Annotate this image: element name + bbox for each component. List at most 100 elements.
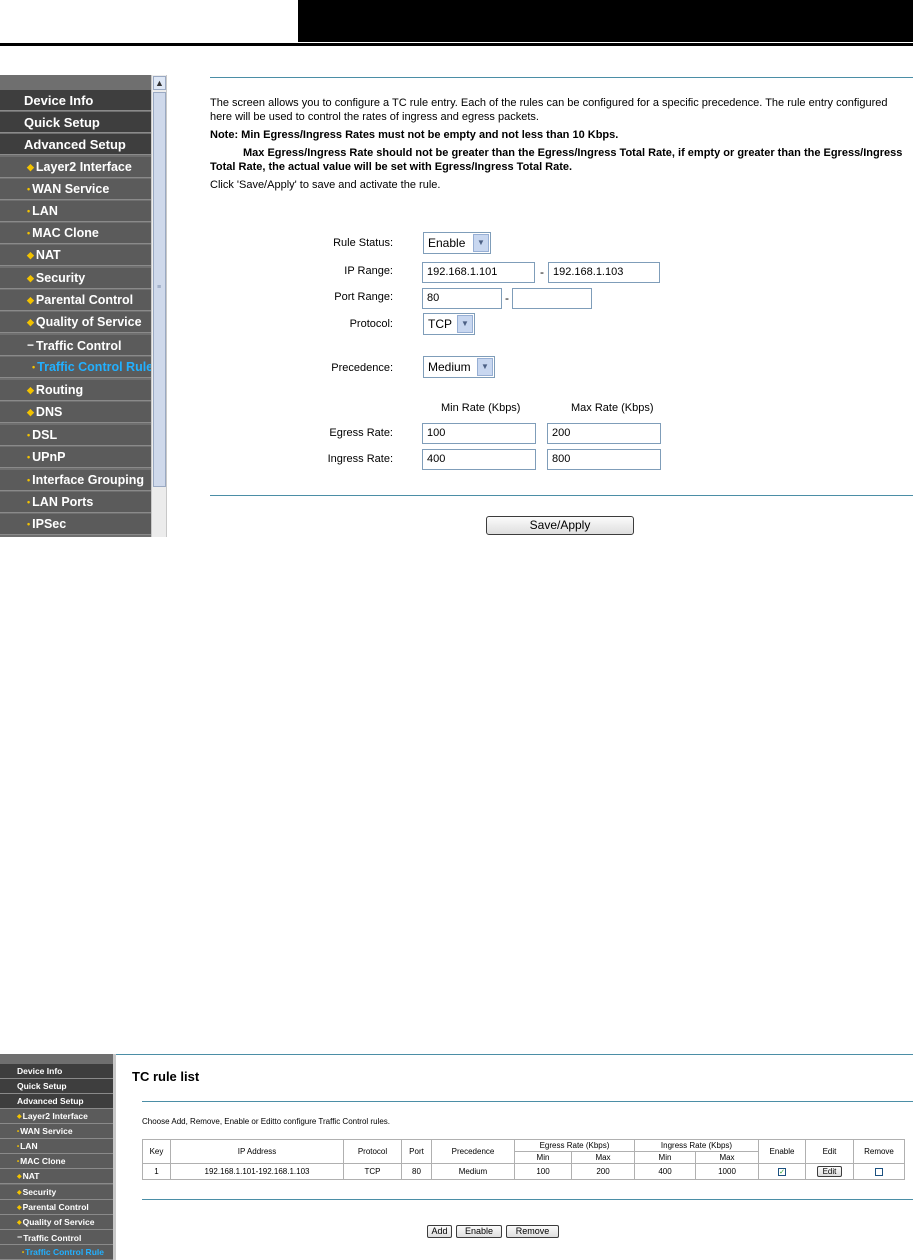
sidebar-item-security[interactable]: ◆Security bbox=[0, 268, 151, 289]
sidebar-item-traffic-control-rule[interactable]: •Traffic Control Rule bbox=[0, 357, 151, 378]
cell-key: 1 bbox=[142, 1163, 171, 1180]
bullet-icon: ◆ bbox=[17, 1190, 22, 1196]
bullet-icon: ◆ bbox=[27, 250, 34, 260]
protocol-select[interactable]: TCP ▼ bbox=[423, 313, 475, 335]
sidebar-item-quick-setup[interactable]: Quick Setup bbox=[0, 1079, 113, 1094]
ip-start-input[interactable]: 192.168.1.101 bbox=[422, 262, 535, 283]
cell-port: 80 bbox=[401, 1163, 432, 1180]
screenshot-tc-rule-list: Device Info Quick Setup Advanced Setup ◆… bbox=[0, 1054, 913, 1260]
sidebar-item-nat[interactable]: ◆NAT bbox=[0, 1169, 113, 1184]
sidebar-item-advanced-setup[interactable]: Advanced Setup bbox=[0, 134, 151, 155]
sidebar-item-upnp[interactable]: • UPnP bbox=[0, 447, 151, 468]
header-egress-rate: Egress Rate (Kbps) bbox=[514, 1139, 635, 1152]
egress-min-input[interactable]: 100 bbox=[422, 423, 536, 444]
sidebar-scrollbar[interactable]: ▲ ≡ bbox=[151, 75, 167, 537]
minus-icon: − bbox=[17, 1232, 23, 1242]
title-divider bbox=[142, 1101, 913, 1102]
cell-precedence: Medium bbox=[431, 1163, 515, 1180]
cell-protocol: TCP bbox=[343, 1163, 402, 1180]
sidebar-item-security[interactable]: ◆Security bbox=[0, 1185, 113, 1200]
sidebar-item-lan-ports[interactable]: • LAN Ports bbox=[0, 492, 151, 513]
main-panel: The screen allows you to configure a TC … bbox=[168, 75, 913, 537]
scroll-up-icon[interactable]: ▲ bbox=[153, 76, 166, 90]
sidebar-item-dsl[interactable]: • DSL bbox=[0, 425, 151, 446]
bottom-divider bbox=[210, 495, 913, 496]
bullet-icon: • bbox=[27, 475, 31, 485]
header-remove: Remove bbox=[853, 1139, 905, 1164]
bullet-icon: • bbox=[27, 430, 31, 440]
cell-egress-max: 200 bbox=[571, 1163, 635, 1180]
tc-rule-table: Key IP Address Protocol Port Precedence … bbox=[142, 1139, 905, 1180]
enable-checkbox[interactable]: ✓ bbox=[778, 1167, 786, 1176]
bullet-icon: • bbox=[17, 1129, 20, 1135]
sidebar-item-wan-service[interactable]: •WAN Service bbox=[0, 1124, 113, 1139]
sidebar-item-dns[interactable]: ◆ DNS bbox=[0, 402, 151, 423]
ingress-min-input[interactable]: 400 bbox=[422, 449, 536, 470]
sidebar-item-parental-control[interactable]: ◆Parental Control bbox=[0, 1200, 113, 1215]
header-enable: Enable bbox=[758, 1139, 806, 1164]
sidebar-item-parental-control[interactable]: ◆Parental Control bbox=[0, 290, 151, 311]
sidebar-item-wan-service[interactable]: •WAN Service bbox=[0, 179, 151, 200]
rule-status-select[interactable]: Enable ▼ bbox=[423, 232, 491, 254]
cell-ingress-min: 400 bbox=[634, 1163, 696, 1180]
cell-remove bbox=[853, 1163, 905, 1180]
sidebar-item-layer2-interface[interactable]: ◆Layer2 Interface bbox=[0, 1109, 113, 1124]
sidebar-item-traffic-control-rule[interactable]: •Traffic Control Rule bbox=[0, 1245, 113, 1260]
sidebar-item-quick-setup[interactable]: Quick Setup bbox=[0, 112, 151, 133]
add-button[interactable]: Add bbox=[427, 1225, 452, 1238]
sidebar-item-quality-of-service[interactable]: ◆Quality of Service bbox=[0, 312, 151, 333]
note-line-1: Note: Min Egress/Ingress Rates must not … bbox=[210, 129, 619, 141]
top-divider bbox=[210, 77, 913, 78]
edit-button[interactable]: Edit bbox=[816, 1166, 843, 1177]
port-range-label: Port Range: bbox=[334, 291, 393, 303]
bullet-icon: ◆ bbox=[27, 317, 34, 327]
sidebar-item-device-info[interactable]: Device Info bbox=[0, 1064, 113, 1079]
ip-range-dash: - bbox=[540, 265, 544, 279]
sidebar-item-traffic-control[interactable]: −Traffic Control bbox=[0, 335, 151, 356]
sidebar-item-layer2-interface[interactable]: ◆Layer2 Interface bbox=[0, 157, 151, 178]
sidebar-item-quality-of-service[interactable]: ◆Quality of Service bbox=[0, 1215, 113, 1230]
header-edit: Edit bbox=[805, 1139, 854, 1164]
sidebar-item-nat[interactable]: ◆NAT bbox=[0, 245, 151, 266]
save-apply-button[interactable]: Save/Apply bbox=[486, 516, 634, 535]
sidebar-item-routing[interactable]: ◆ Routing bbox=[0, 380, 151, 401]
sidebar-item-advanced-setup[interactable]: Advanced Setup bbox=[0, 1094, 113, 1109]
sidebar-item-device-info[interactable]: Device Info bbox=[0, 90, 151, 111]
sidebar-item-mac-clone[interactable]: •MAC Clone bbox=[0, 1154, 113, 1169]
bullet-icon: • bbox=[27, 228, 31, 238]
ip-end-input[interactable]: 192.168.1.103 bbox=[548, 262, 660, 283]
header-black-block bbox=[298, 0, 913, 42]
sidebar-item-ipsec[interactable]: • IPSec bbox=[0, 514, 151, 535]
bullet-icon: • bbox=[22, 1250, 25, 1256]
scrollbar-thumb[interactable]: ≡ bbox=[153, 92, 166, 487]
main-panel: TC rule list Choose Add, Remove, Enable … bbox=[116, 1054, 913, 1260]
precedence-select[interactable]: Medium ▼ bbox=[423, 356, 495, 378]
protocol-label: Protocol: bbox=[349, 318, 393, 330]
note-line-3: Total Rate, the actual value will be set… bbox=[210, 161, 573, 173]
remove-button[interactable]: Remove bbox=[506, 1225, 559, 1238]
remove-checkbox[interactable] bbox=[875, 1167, 883, 1176]
header-precedence: Precedence bbox=[431, 1139, 515, 1164]
cell-egress-min: 100 bbox=[514, 1163, 572, 1180]
bullet-icon: ◆ bbox=[27, 162, 34, 172]
page-title: TC rule list bbox=[132, 1069, 200, 1084]
sidebar-item-lan[interactable]: •LAN bbox=[0, 201, 151, 222]
sidebar-item-mac-clone[interactable]: •MAC Clone bbox=[0, 223, 151, 244]
port-end-input[interactable] bbox=[512, 288, 592, 309]
egress-max-input[interactable]: 200 bbox=[547, 423, 661, 444]
header-rule bbox=[0, 43, 913, 46]
sidebar-item-lan[interactable]: •LAN bbox=[0, 1139, 113, 1154]
sidebar-item-interface-grouping[interactable]: • Interface Grouping bbox=[0, 470, 151, 491]
header-key: Key bbox=[142, 1139, 171, 1164]
port-start-input[interactable]: 80 bbox=[422, 288, 502, 309]
bullet-icon: ◆ bbox=[17, 1174, 22, 1180]
sidebar-item-traffic-control[interactable]: −Traffic Control bbox=[0, 1230, 113, 1245]
rule-status-label: Rule Status: bbox=[333, 237, 393, 249]
header-egress-min: Min bbox=[514, 1151, 572, 1164]
bullet-icon: • bbox=[27, 497, 31, 507]
enable-button[interactable]: Enable bbox=[456, 1225, 502, 1238]
ingress-max-input[interactable]: 800 bbox=[547, 449, 661, 470]
grip-icon: ≡ bbox=[157, 284, 162, 291]
click-instruction: Click 'Save/Apply' to save and activate … bbox=[210, 179, 441, 191]
cell-edit: Edit bbox=[805, 1163, 854, 1180]
